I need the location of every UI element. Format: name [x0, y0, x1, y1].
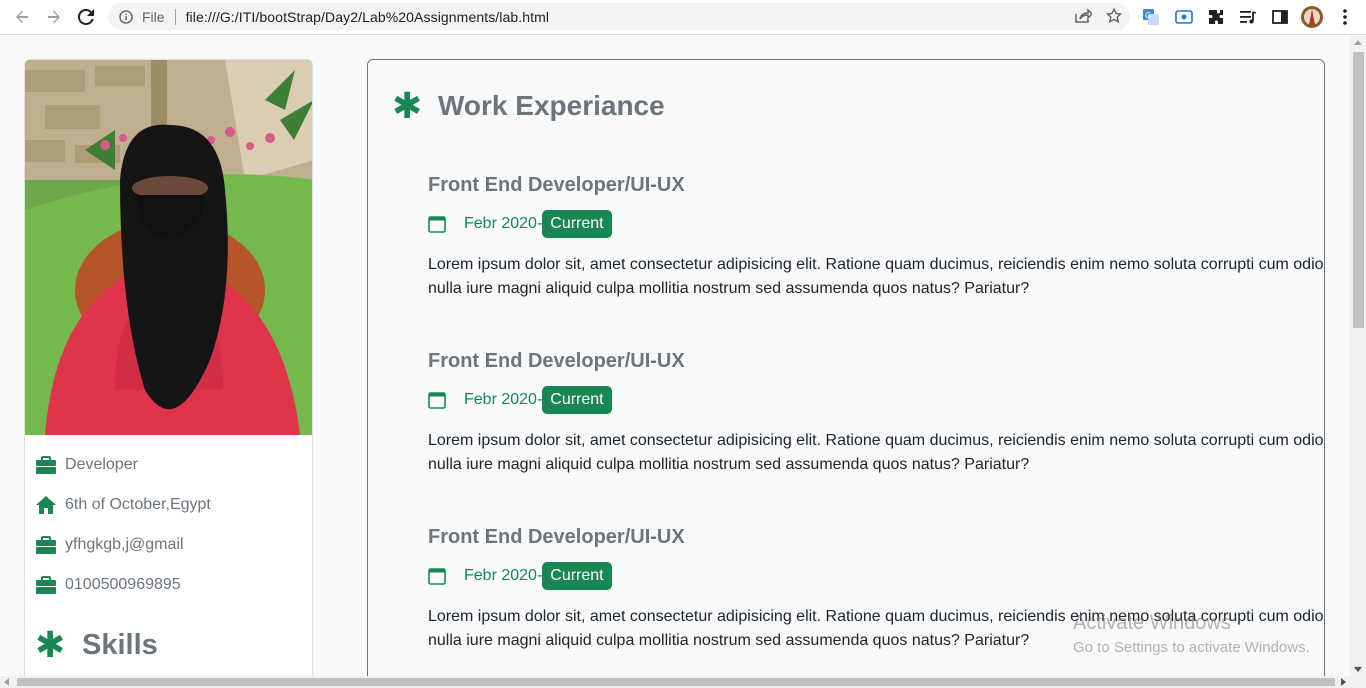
vertical-scrollbar[interactable] [1350, 36, 1366, 676]
reload-button[interactable] [70, 1, 102, 33]
job-entry: Front End Developer/UI-UX Febr 2020- Cur… [428, 350, 1324, 477]
horizontal-scrollbar[interactable] [0, 676, 1366, 688]
scroll-left-icon[interactable] [4, 678, 9, 686]
job-title: Front End Developer/UI-UX [428, 350, 685, 372]
job-date-row: Febr 2020- Current [428, 561, 1324, 591]
section-title: Skills [82, 628, 158, 661]
briefcase-icon [35, 534, 57, 556]
info-text: Developer [65, 456, 138, 473]
url-text[interactable]: file:///G:/ITI/bootStrap/Day2/Lab%20Assi… [186, 9, 550, 25]
scroll-up-icon[interactable] [1354, 40, 1362, 45]
asterisk-icon: ✱ [35, 624, 66, 665]
bookmark-star-icon[interactable] [1106, 8, 1122, 24]
job-description: Lorem ipsum dolor sit, amet consectetur … [428, 429, 1324, 477]
info-row-email: yfhgkgb,j@gmail [35, 525, 312, 565]
puzzle-extensions-icon[interactable] [1204, 5, 1228, 29]
desc-line: nulla iure magni aliquid culpa mollitia … [428, 280, 1030, 297]
desc-line: Lorem ipsum dolor sit, amet consectetur … [428, 256, 1324, 273]
job-title: Front End Developer/UI-UX [428, 526, 685, 548]
arrow-right-icon [48, 10, 60, 24]
contact-info-list: Developer 6th of October,Egypt yfhgkgb,j… [25, 435, 312, 605]
info-row-location: 6th of October,Egypt [35, 485, 312, 525]
forward-button[interactable] [38, 1, 70, 33]
briefcase-icon [35, 454, 57, 476]
scheme-label: File [142, 8, 165, 25]
profile-photo [25, 60, 312, 435]
page-viewport: Developer 6th of October,Egypt yfhgkgb,j… [0, 36, 1350, 676]
job-date-row: Febr 2020- Current [428, 385, 1324, 415]
address-bar[interactable]: File file:///G:/ITI/bootStrap/Day2/Lab%2… [108, 3, 1130, 30]
home-icon [35, 494, 57, 516]
reload-icon [78, 9, 94, 25]
share-icon[interactable] [1074, 8, 1092, 24]
job-description: Lorem ipsum dolor sit, amet consectetur … [428, 253, 1324, 301]
arrow-left-icon [16, 10, 28, 24]
status-badge: Current [542, 386, 612, 414]
calendar-icon [428, 216, 446, 233]
media-playlist-icon[interactable] [1236, 5, 1260, 29]
calendar-icon [428, 568, 446, 585]
profile-avatar-icon[interactable] [1300, 5, 1324, 29]
svg-text:G: G [1145, 11, 1151, 20]
asterisk-icon: ✱ [392, 85, 423, 126]
status-badge: Current [542, 210, 612, 238]
windows-activation-watermark: Activate Windows Go to Settings to activ… [1073, 612, 1310, 656]
desc-line: nulla iure magni aliquid culpa mollitia … [428, 456, 1030, 473]
work-experience-card: ✱ Work Experiance Front End Developer/UI… [367, 59, 1325, 676]
profile-card: Developer 6th of October,Egypt yfhgkgb,j… [24, 59, 313, 676]
info-text: 6th of October,Egypt [65, 496, 211, 513]
skills-heading: ✱ Skills [25, 627, 312, 663]
info-icon[interactable] [118, 9, 134, 25]
back-button[interactable] [6, 1, 38, 33]
scrollbar-thumb[interactable] [17, 678, 1335, 686]
job-date: Febr 2020- [464, 391, 543, 408]
job-title: Front End Developer/UI-UX [428, 174, 685, 196]
divider [174, 8, 176, 25]
scrollbar-thumb[interactable] [1353, 52, 1364, 328]
job-date: Febr 2020- [464, 215, 543, 232]
watermark-title: Activate Windows [1073, 612, 1231, 634]
briefcase-icon [35, 574, 57, 596]
watermark-subtitle: Go to Settings to activate Windows. [1073, 639, 1310, 656]
scroll-down-icon[interactable] [1354, 667, 1362, 672]
calendar-icon [428, 392, 446, 409]
job-date-row: Febr 2020- Current [428, 209, 1324, 239]
info-row-phone: 0100500969895 [35, 565, 312, 605]
browser-menu-icon[interactable] [1333, 5, 1357, 29]
browser-toolbar: File file:///G:/ITI/bootStrap/Day2/Lab%2… [0, 0, 1366, 35]
translate-extension-icon[interactable]: G [1139, 5, 1163, 29]
scroll-right-icon[interactable] [1341, 678, 1346, 686]
side-panel-icon[interactable] [1268, 5, 1292, 29]
job-entry: Front End Developer/UI-UX Febr 2020- Cur… [428, 174, 1324, 301]
info-text: yfhgkgb,j@gmail [65, 536, 184, 553]
job-date: Febr 2020- [464, 567, 543, 584]
info-text: 0100500969895 [65, 576, 181, 593]
desc-line: Lorem ipsum dolor sit, amet consectetur … [428, 432, 1324, 449]
section-title: Work Experiance [438, 90, 665, 121]
status-badge: Current [542, 562, 612, 590]
info-row-job: Developer [35, 445, 312, 485]
screen-extension-icon[interactable] [1172, 5, 1196, 29]
work-heading: ✱ Work Experiance [392, 88, 665, 124]
